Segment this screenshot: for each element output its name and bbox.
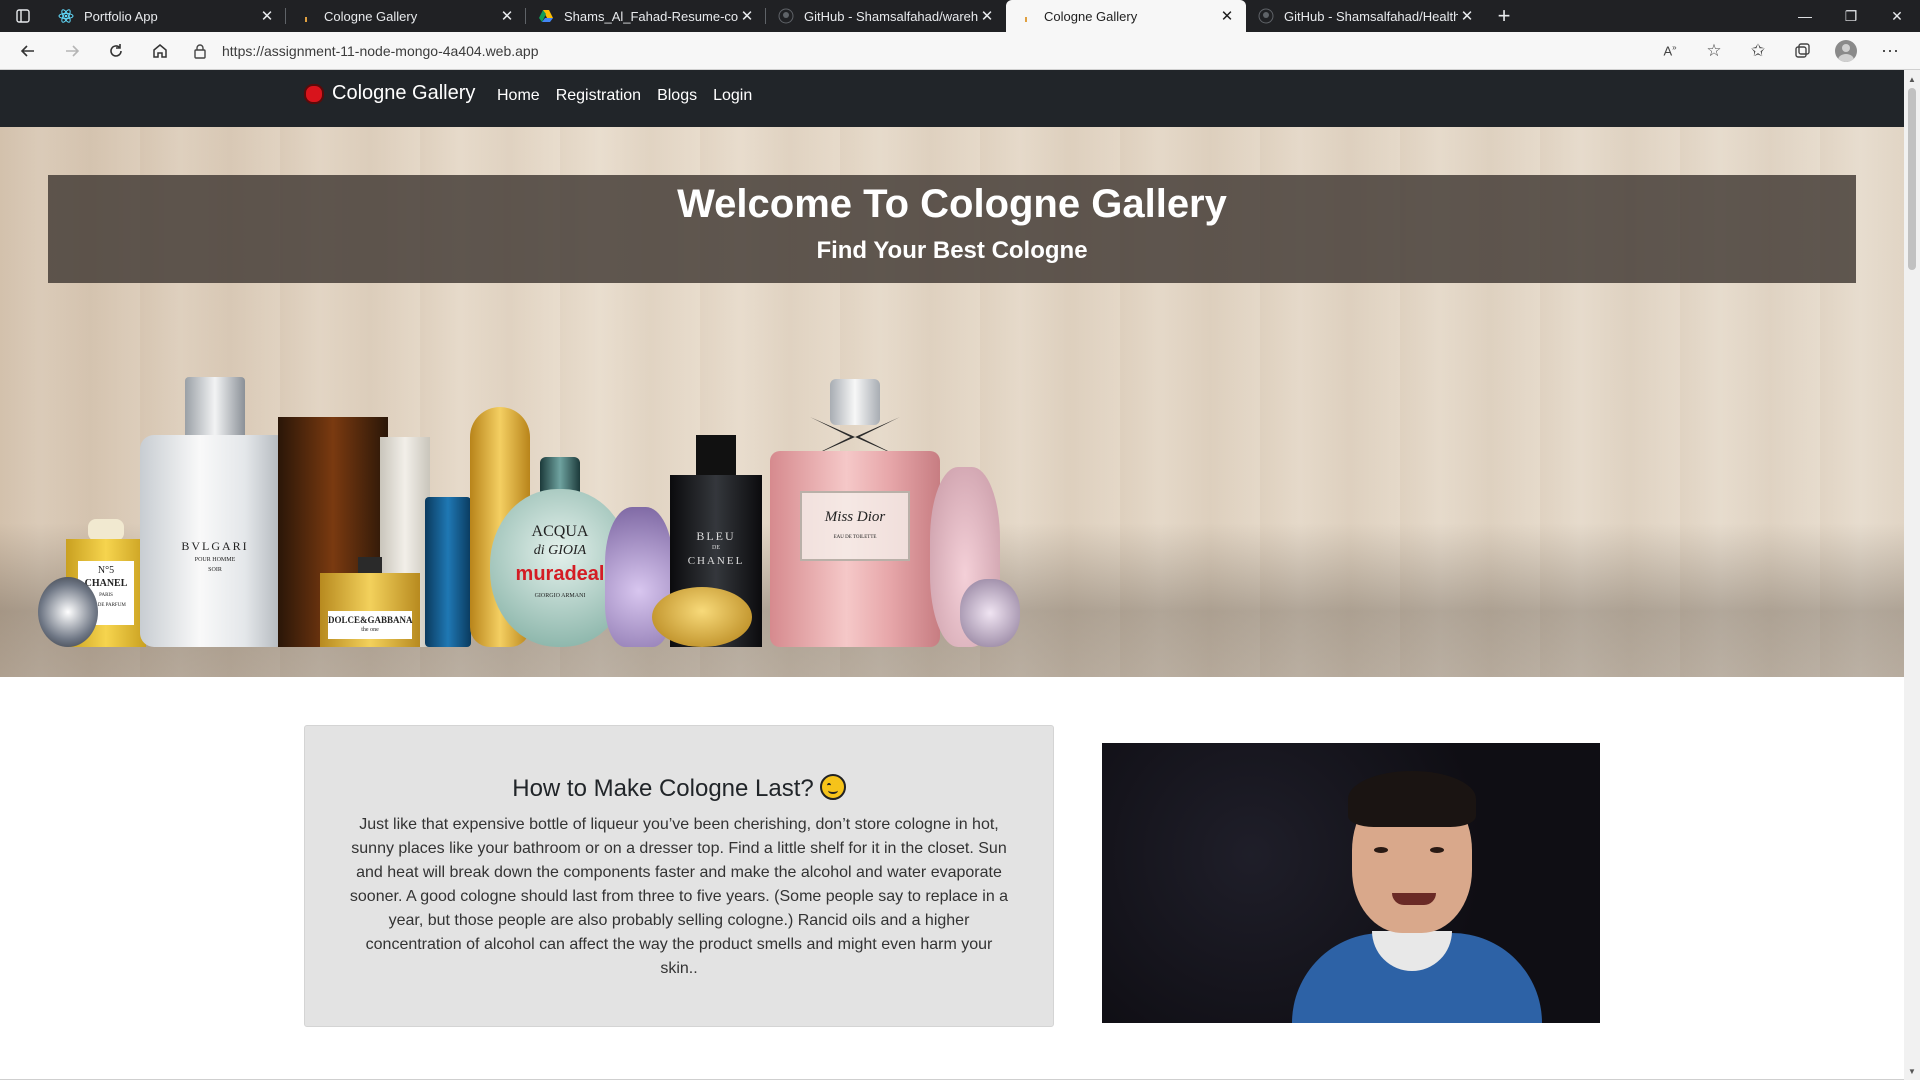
nav-links: Home Registration Blogs Login xyxy=(497,87,768,105)
tab-actions-icon xyxy=(16,9,30,23)
tab-github-health[interactable]: GitHub - Shamsalfahad/Health_C ✕ xyxy=(1246,0,1486,32)
collections-button[interactable] xyxy=(1780,35,1824,67)
tab-actions-button[interactable] xyxy=(0,0,46,32)
address-bar[interactable]: https://assignment-11-node-mongo-4a404.w… xyxy=(188,35,1628,67)
tab-close-icon[interactable]: ✕ xyxy=(738,7,756,25)
toolbar-actions: A» ☆ ✩ ⋯ xyxy=(1648,35,1912,67)
browser-tabstrip: Portfolio App ✕ Cologne Gallery ✕ Shams_… xyxy=(0,0,1920,32)
hero-banner: Welcome To Cologne Gallery Find Your Bes… xyxy=(0,127,1904,677)
back-button[interactable] xyxy=(6,35,50,67)
miss-dior-bottle: Miss Dior EAU DE TOILETTE xyxy=(770,379,940,647)
scroll-up-icon[interactable]: ▲ xyxy=(1904,72,1920,86)
tab-title: Portfolio App xyxy=(84,8,158,24)
nav-blogs[interactable]: Blogs xyxy=(657,87,697,105)
browser-toolbar: https://assignment-11-node-mongo-4a404.w… xyxy=(0,32,1920,70)
hero-subtitle: Find Your Best Cologne xyxy=(816,237,1088,264)
nav-login[interactable]: Login xyxy=(713,87,752,105)
refresh-icon xyxy=(110,43,122,57)
github-icon xyxy=(1258,8,1274,24)
article-card: How to Make Cologne Last? Just like that… xyxy=(304,725,1054,1027)
article-heading: How to Make Cologne Last? xyxy=(305,774,1053,803)
tab-resume-drive[interactable]: Shams_Al_Fahad-Resume-conver ✕ xyxy=(526,0,766,32)
new-tab-button[interactable]: + xyxy=(1486,0,1522,32)
react-icon xyxy=(58,8,74,24)
tab-title: Cologne Gallery xyxy=(324,8,418,24)
forward-arrow-icon xyxy=(66,44,80,57)
close-window-button[interactable]: ✕ xyxy=(1874,0,1920,32)
site-icon xyxy=(1018,8,1034,24)
refresh-button[interactable] xyxy=(94,35,138,67)
smiling-emoji-icon xyxy=(819,774,846,800)
home-button[interactable] xyxy=(138,35,182,67)
plus-icon: + xyxy=(1497,3,1511,28)
tab-close-icon[interactable]: ✕ xyxy=(258,7,276,25)
star-add-icon: ☆ xyxy=(1706,41,1722,60)
minimize-icon: — xyxy=(1798,8,1812,24)
dg-the-one-bottle: DOLCE&GABBANA the one xyxy=(320,557,420,647)
tab-title: Shams_Al_Fahad-Resume-conver xyxy=(564,8,738,24)
hero-title: Welcome To Cologne Gallery xyxy=(677,182,1227,226)
tab-cologne-gallery[interactable]: Cologne Gallery ✕ xyxy=(286,0,526,32)
gold-swirl-bottle xyxy=(652,587,752,647)
video-player[interactable] xyxy=(1102,743,1600,1023)
tab-cologne-gallery-active[interactable]: Cologne Gallery ✕ xyxy=(1006,0,1246,32)
favorites-icon: ✩ xyxy=(1750,41,1766,60)
url-text[interactable]: https://assignment-11-node-mongo-4a404.w… xyxy=(222,43,539,59)
crystal-bottle xyxy=(38,577,98,647)
nav-home[interactable]: Home xyxy=(497,87,540,105)
more-icon: ⋯ xyxy=(1881,40,1899,61)
nav-registration[interactable]: Registration xyxy=(556,87,641,105)
forward-button[interactable] xyxy=(50,35,94,67)
lock-icon[interactable] xyxy=(188,43,212,59)
tab-title: GitHub - Shamsalfahad/Health_C xyxy=(1284,8,1458,24)
brand-logo-icon xyxy=(304,83,324,104)
scroll-down-icon[interactable]: ▼ xyxy=(1904,1064,1920,1078)
back-arrow-icon xyxy=(20,44,34,57)
article-heading-text: How to Make Cologne Last? xyxy=(512,775,814,802)
small-purple-bottle xyxy=(960,579,1020,647)
tab-close-icon[interactable]: ✕ xyxy=(1458,7,1476,25)
drive-icon xyxy=(538,8,554,24)
blue-bottle xyxy=(425,497,471,647)
restore-icon: ❐ xyxy=(1844,7,1858,24)
bvlgari-bottle: BVLGARI POUR HOMME SOIR xyxy=(140,377,290,647)
brand-link[interactable]: Cologne Gallery xyxy=(304,82,475,105)
github-icon xyxy=(778,8,794,24)
close-icon: ✕ xyxy=(1891,7,1903,24)
profile-button[interactable] xyxy=(1824,35,1868,67)
page-scrollbar[interactable]: ▲ ▼ xyxy=(1904,70,1920,1080)
tab-title: GitHub - Shamsalfahad/warehou xyxy=(804,8,978,24)
restore-button[interactable]: ❐ xyxy=(1828,0,1874,32)
tab-close-icon[interactable]: ✕ xyxy=(498,7,516,25)
perfume-bottles-image: N°5 CHANEL PARIS EAU DE PARFUM BVLGARI P… xyxy=(30,359,1020,677)
settings-menu-button[interactable]: ⋯ xyxy=(1868,35,1912,67)
article-body: Just like that expensive bottle of lique… xyxy=(349,816,1009,977)
window-controls: — ❐ ✕ xyxy=(1782,0,1920,32)
read-aloud-button[interactable]: A» xyxy=(1648,35,1692,67)
read-aloud-icon: A» xyxy=(1663,43,1677,59)
tab-close-icon[interactable]: ✕ xyxy=(978,7,996,25)
scrollbar-thumb[interactable] xyxy=(1908,88,1916,270)
home-icon xyxy=(153,43,167,58)
collections-icon xyxy=(1795,43,1810,58)
minimize-button[interactable]: — xyxy=(1782,0,1828,32)
tab-title: Cologne Gallery xyxy=(1044,8,1138,24)
hero-text-band: Welcome To Cologne Gallery Find Your Bes… xyxy=(48,175,1856,283)
tab-portfolio-app[interactable]: Portfolio App ✕ xyxy=(46,0,286,32)
site-navbar: Cologne Gallery Home Registration Blogs … xyxy=(0,70,1904,127)
brand-name: Cologne Gallery xyxy=(332,82,476,104)
page-viewport: Cologne Gallery Home Registration Blogs … xyxy=(0,70,1904,1080)
tab-close-icon[interactable]: ✕ xyxy=(1218,7,1236,25)
avatar xyxy=(1835,40,1857,62)
favorites-button[interactable]: ✩ xyxy=(1736,35,1780,67)
tab-github-warehouse[interactable]: GitHub - Shamsalfahad/warehou ✕ xyxy=(766,0,1006,32)
add-favorite-button[interactable]: ☆ xyxy=(1692,35,1736,67)
site-icon xyxy=(298,8,314,24)
